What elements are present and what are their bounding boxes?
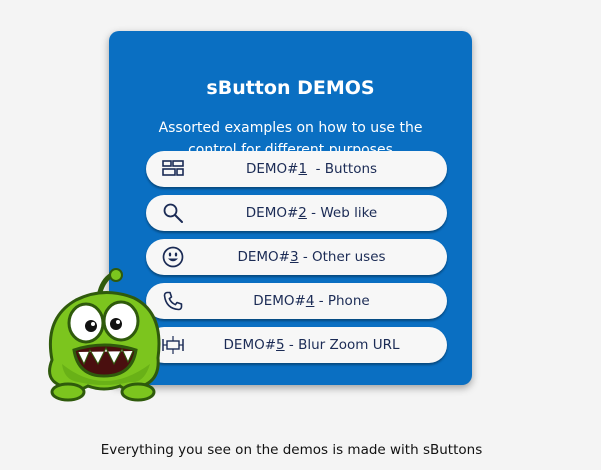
demo-4-label: DEMO#4 - Phone: [253, 293, 370, 309]
demo-5-button[interactable]: DEMO#5 - Blur Zoom URL: [146, 327, 447, 363]
search-icon: [162, 202, 184, 224]
demo-1-button[interactable]: DEMO#1 - Buttons: [146, 151, 447, 187]
om-nom-mascot: [34, 268, 174, 408]
footer-caption: Everything you see on the demos is made …: [100, 442, 483, 458]
demo-2-button[interactable]: DEMO#2 - Web like: [146, 195, 447, 231]
demo-3-label: DEMO#3 - Other uses: [237, 249, 386, 265]
demo-1-label: DEMO#1 - Buttons: [245, 161, 378, 177]
panel-title: sButton DEMOS: [206, 77, 375, 99]
demo-4-button[interactable]: DEMO#4 - Phone: [146, 283, 447, 319]
demo-5-label: DEMO#5 - Blur Zoom URL: [223, 337, 400, 353]
smiley-icon: [162, 246, 184, 268]
demo-3-button[interactable]: DEMO#3 - Other uses: [146, 239, 447, 275]
demo-2-label: DEMO#2 - Web like: [245, 205, 378, 221]
demo-stage: sButton DEMOS Assorted examples on how t…: [0, 0, 601, 470]
layout-grid-icon: [162, 158, 184, 180]
